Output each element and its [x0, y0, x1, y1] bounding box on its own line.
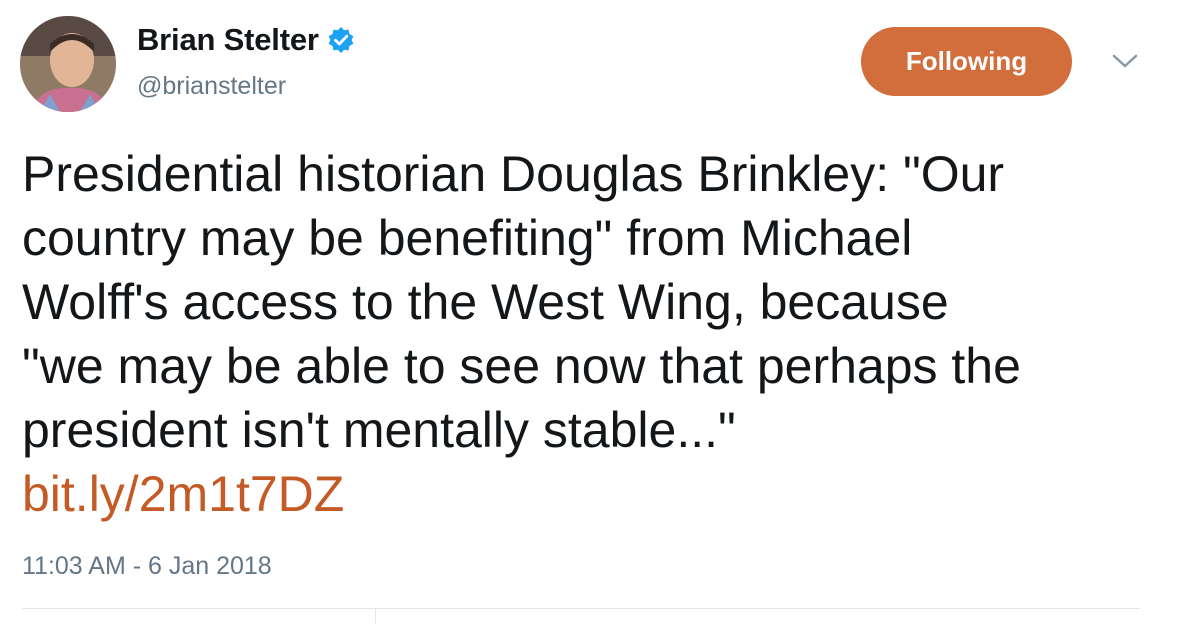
author-avatar[interactable] [20, 16, 116, 112]
tweet-text: Presidential historian Douglas Brinkley:… [22, 142, 1172, 526]
tweet-text-line: Presidential historian Douglas Brinkley:… [22, 146, 1005, 202]
verified-badge-icon [327, 26, 355, 54]
author-name-row: Brian Stelter [137, 22, 355, 58]
tweet-text-line: Wolff's access to the West Wing, because [22, 274, 949, 330]
tweet-card: Brian Stelter @brianstelter Following Pr… [0, 0, 1186, 624]
divider [22, 608, 1140, 609]
avatar-image [20, 16, 116, 112]
divider [375, 609, 376, 624]
author-handle[interactable]: @brianstelter [137, 72, 286, 101]
following-button[interactable]: Following [861, 27, 1072, 96]
author-display-name[interactable]: Brian Stelter [137, 22, 319, 58]
tweet-link[interactable]: bit.ly/2m1t7DZ [22, 462, 1172, 526]
tweet-text-line: president isn't mentally stable..." [22, 402, 736, 458]
tweet-timestamp[interactable]: 11:03 AM - 6 Jan 2018 [22, 552, 272, 581]
chevron-down-icon[interactable] [1110, 50, 1140, 72]
tweet-text-line: "we may be able to see now that perhaps … [22, 338, 1021, 394]
tweet-text-line: country may be benefiting" from Michael [22, 210, 913, 266]
